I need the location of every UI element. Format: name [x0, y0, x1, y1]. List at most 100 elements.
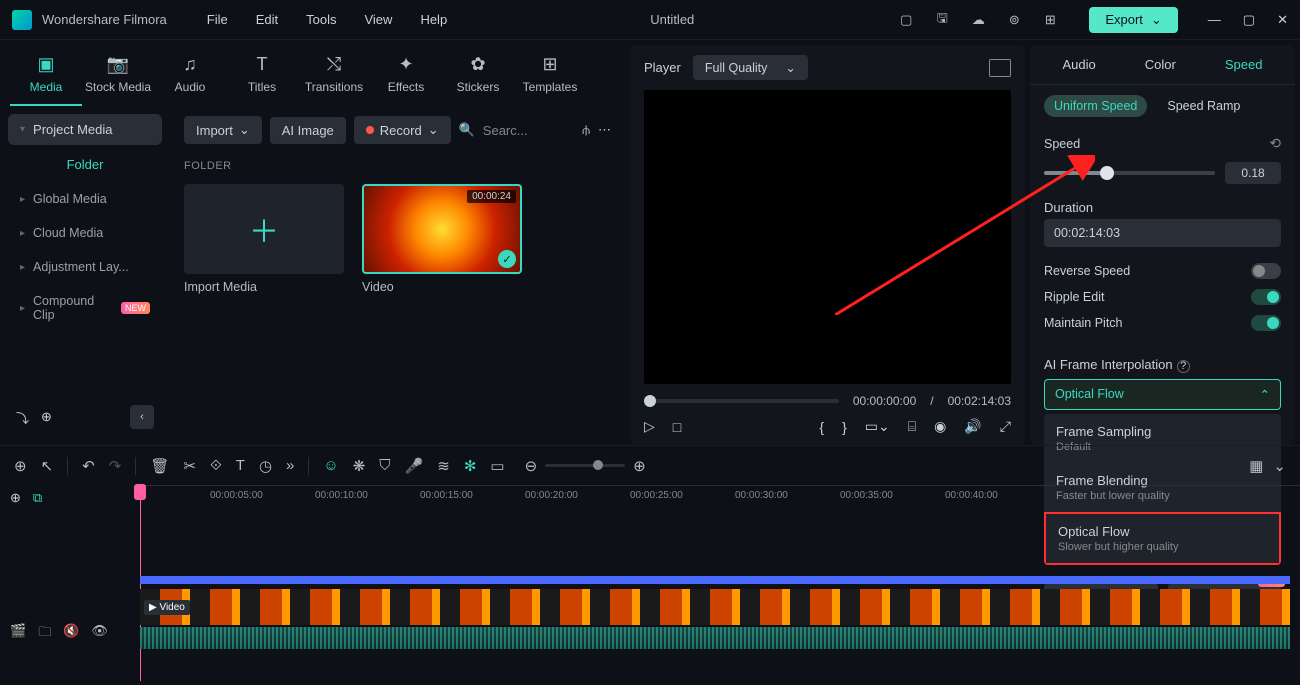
- ai-face-icon[interactable]: ☺: [323, 457, 338, 474]
- cut-icon[interactable]: ✂: [183, 457, 196, 475]
- sidebar-project-media[interactable]: ▾Project Media: [8, 114, 162, 145]
- search-input[interactable]: Searc...: [483, 123, 528, 138]
- speed-slider[interactable]: [1044, 171, 1215, 175]
- apps-icon[interactable]: ⊞: [1041, 11, 1059, 29]
- collapse-sidebar-button[interactable]: ‹: [130, 405, 154, 429]
- screen-icon[interactable]: ▢: [897, 11, 915, 29]
- mute-icon[interactable]: 🔇: [63, 623, 79, 645]
- undo-icon[interactable]: ↶: [82, 457, 95, 475]
- zoom-in-icon[interactable]: ⊕: [633, 457, 646, 475]
- chevron-down-icon: ⌄: [428, 122, 439, 138]
- fullscreen-icon[interactable]: ⤢: [1000, 418, 1011, 435]
- subtab-speed-ramp[interactable]: Speed Ramp: [1157, 95, 1250, 117]
- marker-icon[interactable]: ▭: [490, 457, 504, 475]
- ripple-edit-toggle[interactable]: [1251, 289, 1281, 305]
- link-icon[interactable]: ⧉: [33, 490, 42, 506]
- delete-icon[interactable]: 🗑: [150, 457, 169, 475]
- play-button[interactable]: ▷: [644, 418, 655, 435]
- video-clip[interactable]: ▶ Video: [140, 589, 1290, 625]
- menu-help[interactable]: Help: [420, 12, 447, 27]
- sidebar-compound-clip[interactable]: ▸Compound ClipNEW: [8, 286, 162, 330]
- shield-icon[interactable]: ⛉: [379, 457, 390, 474]
- grid-icon[interactable]: ▦: [1249, 457, 1263, 475]
- preview-scrubber[interactable]: [644, 399, 839, 403]
- snapshot-icon[interactable]: [989, 59, 1011, 77]
- audio-clip[interactable]: [140, 627, 1290, 649]
- timeline-ruler[interactable]: 00:00:05:00 00:00:10:00 00:00:15:00 00:0…: [140, 485, 1300, 511]
- stop-button[interactable]: □: [673, 419, 681, 435]
- sidebar-global-media[interactable]: ▸Global Media: [8, 184, 162, 214]
- interp-dropdown[interactable]: Optical Flow⌃: [1044, 379, 1281, 410]
- tl-cursor-icon[interactable]: ↖: [41, 457, 54, 475]
- mark-in-icon[interactable]: {: [819, 419, 824, 435]
- crop-icon[interactable]: ⟐: [210, 457, 222, 474]
- sidebar-adjustment-layer[interactable]: ▸Adjustment Lay...: [8, 252, 162, 282]
- volume-icon[interactable]: 🔊: [964, 418, 981, 435]
- snapshot-button[interactable]: ◉: [934, 418, 946, 435]
- more-icon[interactable]: »: [286, 457, 294, 474]
- ai-image-button[interactable]: AI Image: [270, 117, 346, 144]
- sidebar-folder[interactable]: Folder: [8, 149, 162, 180]
- reverse-speed-toggle[interactable]: [1251, 263, 1281, 279]
- zoom-slider[interactable]: [545, 464, 625, 467]
- reset-icon[interactable]: ⟲: [1269, 135, 1281, 152]
- lock-icon[interactable]: 🗀: [38, 623, 51, 645]
- right-tab-color[interactable]: Color: [1137, 53, 1184, 76]
- maintain-pitch-toggle[interactable]: [1251, 315, 1281, 331]
- help-icon[interactable]: ?: [1177, 360, 1190, 373]
- menu-file[interactable]: File: [207, 12, 228, 27]
- zoom-out-icon[interactable]: ⊖: [525, 457, 538, 475]
- menu-tools[interactable]: Tools: [306, 12, 336, 27]
- quality-dropdown[interactable]: Full Quality⌄: [693, 55, 808, 80]
- more-icon[interactable]: ⋯: [598, 122, 611, 138]
- preview-viewport[interactable]: [644, 90, 1011, 384]
- menu-edit[interactable]: Edit: [256, 12, 278, 27]
- record-button[interactable]: Record⌄: [354, 116, 451, 144]
- filter-icon[interactable]: ⫛: [582, 122, 590, 138]
- speed-value[interactable]: 0.18: [1225, 162, 1281, 184]
- display-icon[interactable]: ⌸: [908, 418, 916, 435]
- tab-stickers[interactable]: ✿Stickers: [442, 48, 514, 106]
- tl-add-icon[interactable]: ⊕: [14, 457, 27, 475]
- text-icon[interactable]: T: [236, 457, 245, 474]
- minimize-button[interactable]: —: [1208, 12, 1221, 28]
- export-button[interactable]: Export ⌄: [1089, 7, 1177, 33]
- chevron-down-icon[interactable]: ⌄: [1273, 457, 1286, 475]
- duration-input[interactable]: 00:02:14:03: [1044, 219, 1281, 247]
- speed-icon[interactable]: ◷: [259, 457, 272, 475]
- cloud-icon[interactable]: ☁: [969, 11, 987, 29]
- eye-icon[interactable]: 👁: [91, 623, 108, 645]
- tab-effects[interactable]: ✦Effects: [370, 48, 442, 106]
- aspect-icon[interactable]: ▭⌄: [865, 418, 890, 435]
- music-icon: ♫: [183, 54, 197, 74]
- menu-view[interactable]: View: [364, 12, 392, 27]
- tab-audio[interactable]: ♫Audio: [154, 48, 226, 106]
- tab-templates[interactable]: ⊞Templates: [514, 48, 586, 106]
- import-folder-icon[interactable]: ⤵: [16, 408, 29, 427]
- video-media-card[interactable]: 00:00:24 ✓ Video: [362, 184, 522, 294]
- headphone-icon[interactable]: ⊚: [1005, 11, 1023, 29]
- duration-label: Duration: [1044, 200, 1281, 215]
- tab-stock-media[interactable]: 📷Stock Media: [82, 48, 154, 106]
- mic-icon[interactable]: 🎤: [405, 457, 424, 475]
- tab-titles[interactable]: TTitles: [226, 48, 298, 106]
- mark-out-icon[interactable]: }: [842, 419, 847, 435]
- redo-icon[interactable]: ↷: [109, 457, 122, 475]
- import-media-card[interactable]: ＋ Import Media: [184, 184, 344, 294]
- sidebar-cloud-media[interactable]: ▸Cloud Media: [8, 218, 162, 248]
- import-button[interactable]: Import⌄: [184, 116, 262, 144]
- split-icon[interactable]: ✻: [464, 457, 477, 475]
- close-button[interactable]: ✕: [1277, 12, 1288, 28]
- save-icon[interactable]: 🖫: [933, 11, 951, 29]
- new-folder-icon[interactable]: ⊕: [41, 409, 52, 425]
- right-tab-audio[interactable]: Audio: [1055, 53, 1104, 76]
- tab-media[interactable]: ▣Media: [10, 48, 82, 106]
- track-add-icon[interactable]: ⊕: [10, 490, 21, 506]
- maximize-button[interactable]: ▢: [1243, 12, 1255, 28]
- video-track-icon[interactable]: 🎬: [10, 623, 26, 645]
- right-tab-speed[interactable]: Speed: [1217, 53, 1271, 76]
- audio-sync-icon[interactable]: ≋: [437, 457, 450, 475]
- color-icon[interactable]: ❋: [353, 457, 366, 475]
- tab-transitions[interactable]: ⤭Transitions: [298, 48, 370, 106]
- subtab-uniform-speed[interactable]: Uniform Speed: [1044, 95, 1147, 117]
